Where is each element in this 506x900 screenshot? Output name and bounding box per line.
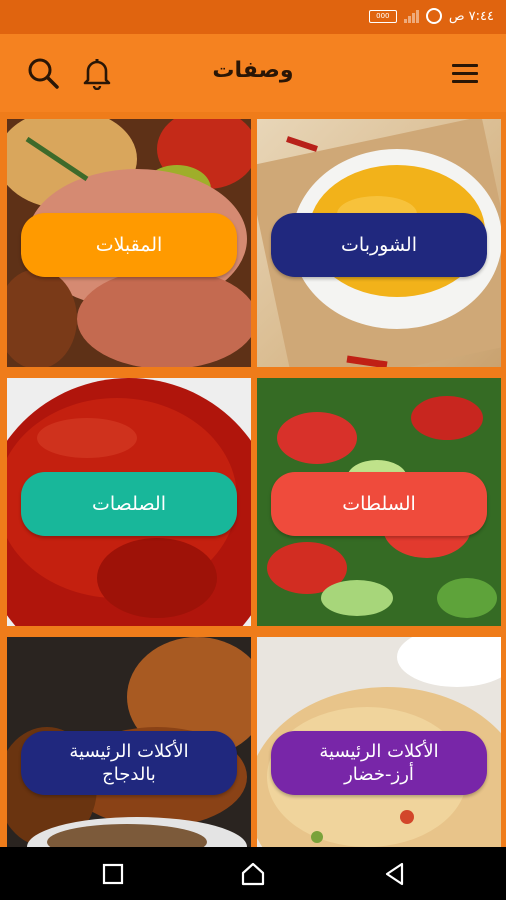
recent-apps-button[interactable]: [100, 861, 126, 887]
menu-icon-line: [452, 72, 478, 75]
home-icon: [241, 862, 265, 886]
home-button[interactable]: [240, 861, 266, 887]
category-tile-salads[interactable]: السلطات: [257, 378, 501, 626]
battery-icon: 000: [368, 9, 397, 23]
category-button[interactable]: الأكلات الرئيسية بالدجاج: [21, 731, 237, 795]
status-bar: 000 ٧:٤٤ ص: [0, 0, 506, 34]
back-icon: [385, 862, 404, 886]
alarm-icon: [425, 8, 442, 24]
category-button[interactable]: الشوربات: [271, 213, 487, 277]
category-tile-appetizers[interactable]: المقبلات: [7, 119, 251, 367]
recent-apps-icon: [102, 863, 124, 885]
menu-icon: [452, 64, 478, 67]
category-button[interactable]: الأكلات الرئيسية أرز-خضار: [271, 731, 487, 795]
page-title: وصفات: [212, 58, 294, 83]
system-nav-bar: [0, 847, 506, 900]
category-tile-sauces[interactable]: الصلصات: [7, 378, 251, 626]
back-button[interactable]: [382, 861, 408, 887]
signal-icon: [403, 9, 419, 23]
menu-button[interactable]: [448, 56, 482, 90]
menu-icon-line: [452, 80, 478, 83]
category-button[interactable]: الصلصات: [21, 472, 237, 536]
category-tile-soups[interactable]: الشوربات: [257, 119, 501, 367]
status-icons: 000 ٧:٤٤ ص: [368, 8, 494, 24]
category-grid: الشوربات المقبلات السلطات الصلصات الأكلا…: [0, 112, 506, 885]
app-bar: وصفات: [0, 34, 506, 112]
category-button[interactable]: المقبلات: [21, 213, 237, 277]
category-button[interactable]: السلطات: [271, 472, 487, 536]
status-time: ٧:٤٤ ص: [448, 8, 494, 24]
